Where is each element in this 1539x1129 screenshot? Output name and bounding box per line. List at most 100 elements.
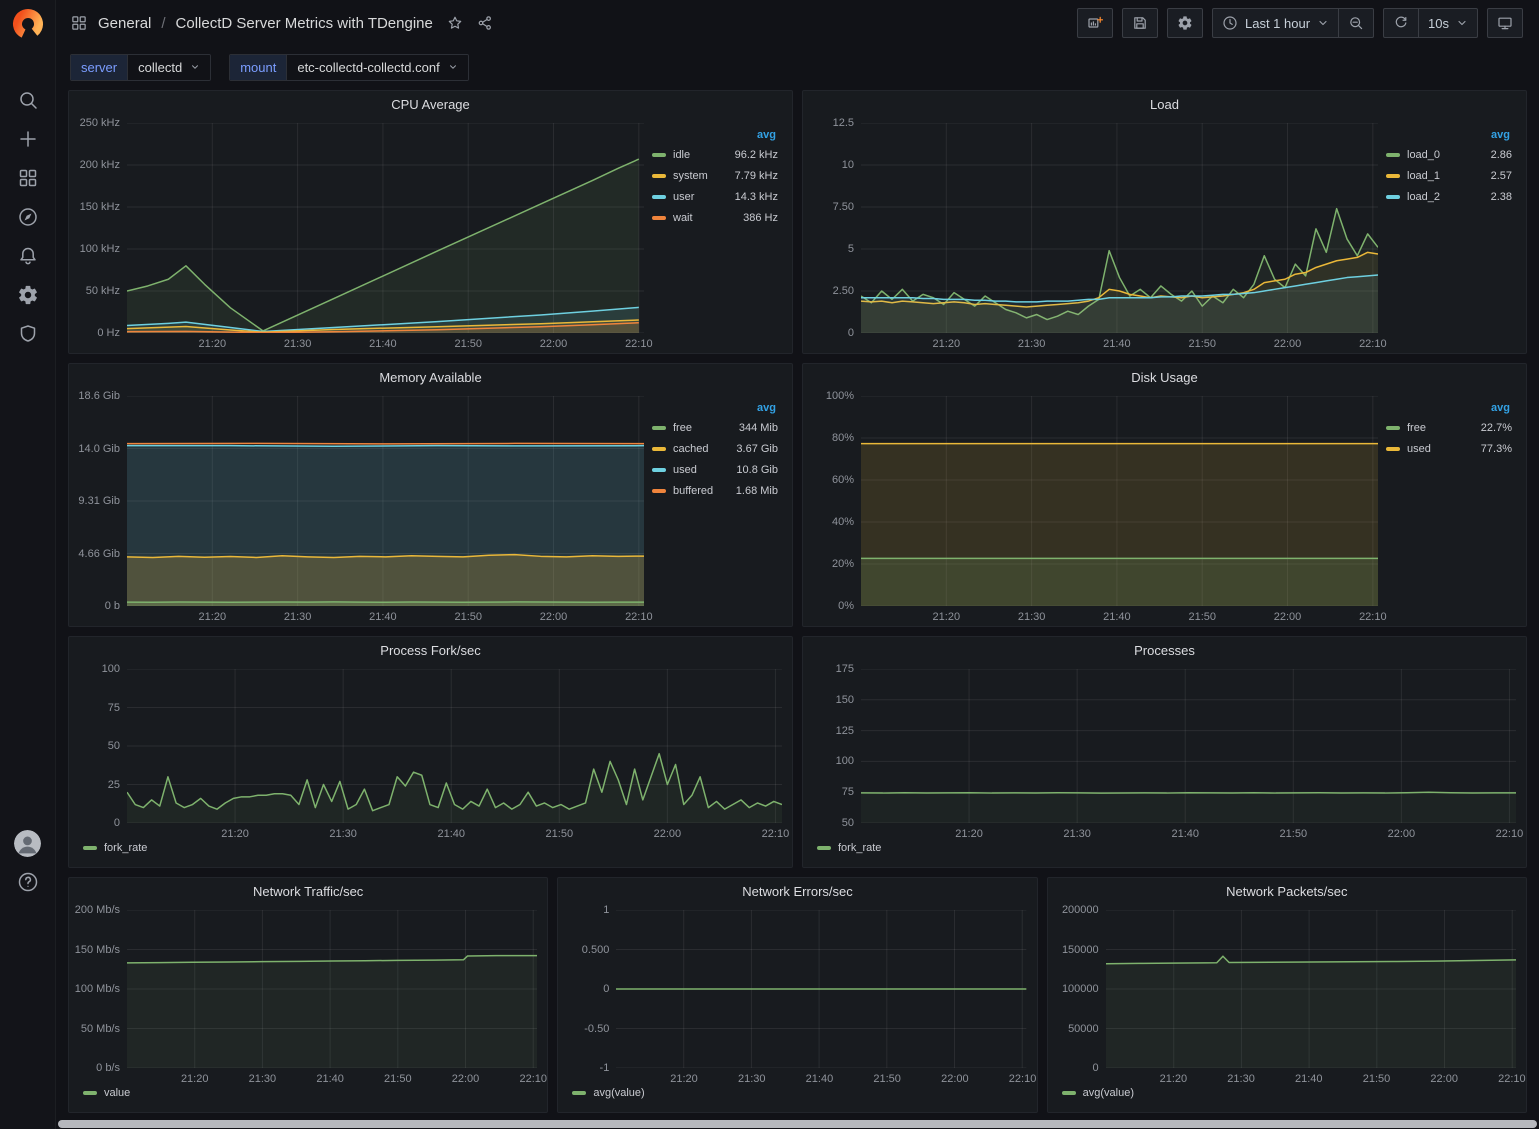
panel-title[interactable]: CPU Average xyxy=(391,97,470,112)
legend-item[interactable]: fork_rate xyxy=(83,842,147,854)
breadcrumb-dashboard-title[interactable]: CollectD Server Metrics with TDengine xyxy=(176,15,433,32)
y-tick-label: 0 xyxy=(603,983,609,995)
add-panel-button[interactable] xyxy=(1077,8,1113,38)
legend-item[interactable]: buffered1.68 Mib xyxy=(652,485,778,497)
variable-mount-label: mount xyxy=(230,55,286,80)
refresh-interval-dropdown[interactable]: 10s xyxy=(1419,8,1478,38)
legend-series-value: 2.38 xyxy=(1491,191,1512,203)
legend-swatch xyxy=(652,195,666,199)
legend-item[interactable]: load_02.86 xyxy=(1386,149,1512,161)
panel-title[interactable]: Load xyxy=(1150,97,1179,112)
series-line-fork-rate xyxy=(861,792,1516,793)
y-tick-label: 100% xyxy=(826,390,854,402)
help-icon[interactable] xyxy=(17,871,39,893)
save-dashboard-button[interactable] xyxy=(1122,8,1158,38)
y-tick-label: 0 b/s xyxy=(96,1062,120,1074)
refresh-button[interactable] xyxy=(1383,8,1419,38)
share-icon[interactable] xyxy=(477,15,493,31)
panel-process-fork-sec: Process Fork/sec025507510021:2021:3021:4… xyxy=(68,636,793,868)
legend-item[interactable]: used77.3% xyxy=(1386,443,1512,455)
plot-area[interactable] xyxy=(127,669,782,823)
y-tick-label: -1 xyxy=(600,1062,610,1074)
legend-item[interactable]: load_22.38 xyxy=(1386,191,1512,203)
star-icon[interactable] xyxy=(447,15,463,31)
x-tick-label: 22:00 xyxy=(540,338,568,350)
plot-area[interactable] xyxy=(616,910,1026,1068)
sidebar-item-alerting[interactable] xyxy=(17,245,39,267)
y-tick-label: 4.66 Gib xyxy=(78,548,120,560)
legend-swatch xyxy=(1386,447,1400,451)
sidebar-item-create[interactable] xyxy=(17,128,39,150)
legend-item[interactable]: fork_rate xyxy=(817,842,881,854)
legend-item[interactable]: avg(value) xyxy=(1062,1087,1134,1099)
series-line-fork-rate xyxy=(127,754,782,811)
plot-area[interactable] xyxy=(1106,910,1516,1068)
x-tick-label: 21:30 xyxy=(284,338,312,350)
panel-title[interactable]: Process Fork/sec xyxy=(380,643,480,658)
panel-title[interactable]: Network Errors/sec xyxy=(742,884,853,899)
sidebar-item-configuration[interactable] xyxy=(17,284,39,306)
legend-item[interactable]: free344 Mib xyxy=(652,422,778,434)
panel-title[interactable]: Memory Available xyxy=(379,370,481,385)
variable-server-label: server xyxy=(71,55,127,80)
cycle-view-button[interactable] xyxy=(1487,8,1523,38)
legend-series-name: value xyxy=(104,1087,130,1099)
panel-title[interactable]: Network Traffic/sec xyxy=(253,884,363,899)
refresh-icon xyxy=(1393,15,1409,31)
y-tick-label: 80% xyxy=(832,432,854,444)
variable-mount-dropdown[interactable]: etc-collectd-collectd.conf xyxy=(286,55,467,80)
x-tick-label: 22:00 xyxy=(452,1073,480,1085)
y-tick-label: 150 kHz xyxy=(80,201,120,213)
legend-item[interactable]: load_12.57 xyxy=(1386,170,1512,182)
dashboard-settings-button[interactable] xyxy=(1167,8,1203,38)
panel-title[interactable]: Processes xyxy=(1134,643,1195,658)
plot-area[interactable] xyxy=(127,123,644,333)
variable-server-dropdown[interactable]: collectd xyxy=(127,55,210,80)
y-tick-label: 100000 xyxy=(1062,983,1099,995)
panel-title[interactable]: Network Packets/sec xyxy=(1226,884,1347,899)
legend-item[interactable]: value xyxy=(83,1087,130,1099)
legend-item[interactable]: avg(value) xyxy=(572,1087,644,1099)
legend-swatch xyxy=(1386,174,1400,178)
legend-item[interactable]: idle96.2 kHz xyxy=(652,149,778,161)
panel-body: 0 Hz50 kHz100 kHz150 kHz200 kHz250 kHz21… xyxy=(69,118,792,353)
horizontal-scrollbar[interactable] xyxy=(58,1120,1537,1128)
plot-area[interactable] xyxy=(127,396,644,606)
x-tick-label: 21:50 xyxy=(873,1073,901,1085)
main-area: General / CollectD Server Metrics with T… xyxy=(56,0,1539,1129)
sidebar-item-server-admin[interactable] xyxy=(17,323,39,345)
x-axis: 21:2021:3021:4021:5022:0022:10 xyxy=(127,823,782,843)
x-tick-label: 21:20 xyxy=(221,828,249,840)
legend-series-value: 96.2 kHz xyxy=(735,149,778,161)
sidebar-item-dashboards[interactable] xyxy=(17,167,39,189)
plot-area[interactable] xyxy=(127,910,537,1068)
zoom-out-button[interactable] xyxy=(1339,8,1374,38)
x-tick-label: 21:40 xyxy=(369,338,397,350)
legend-item[interactable]: user14.3 kHz xyxy=(652,191,778,203)
plot-area[interactable] xyxy=(861,669,1516,823)
x-tick-label: 21:20 xyxy=(199,611,227,623)
sidebar-item-explore[interactable] xyxy=(17,206,39,228)
panel-body: 0 b4.66 Gib9.31 Gib14.0 Gib18.6 Gib21:20… xyxy=(69,391,792,626)
plot-area[interactable] xyxy=(861,396,1378,606)
legend-item[interactable]: cached3.67 Gib xyxy=(652,443,778,455)
plot-column: 21:2021:3021:4021:5022:0022:10 xyxy=(127,669,782,843)
y-tick-label: 14.0 Gib xyxy=(78,443,120,455)
grafana-logo[interactable] xyxy=(11,7,45,41)
breadcrumb-folder[interactable]: General xyxy=(98,15,151,32)
x-tick-label: 21:30 xyxy=(1018,338,1046,350)
panel-title[interactable]: Disk Usage xyxy=(1131,370,1197,385)
legend-item[interactable]: used10.8 Gib xyxy=(652,464,778,476)
sidebar-item-search[interactable] xyxy=(17,89,39,111)
time-range-picker[interactable]: Last 1 hour xyxy=(1212,8,1339,38)
legend-item[interactable]: wait386 Hz xyxy=(652,212,778,224)
user-avatar[interactable] xyxy=(14,830,41,857)
legend-item[interactable]: free22.7% xyxy=(1386,422,1512,434)
y-tick-label: 200000 xyxy=(1062,904,1099,916)
legend-swatch xyxy=(83,846,97,850)
legend-series-name: avg(value) xyxy=(593,1087,644,1099)
y-tick-label: 150 Mb/s xyxy=(75,944,120,956)
legend-item[interactable]: system7.79 kHz xyxy=(652,170,778,182)
legend-swatch xyxy=(1386,426,1400,430)
plot-area[interactable] xyxy=(861,123,1378,333)
